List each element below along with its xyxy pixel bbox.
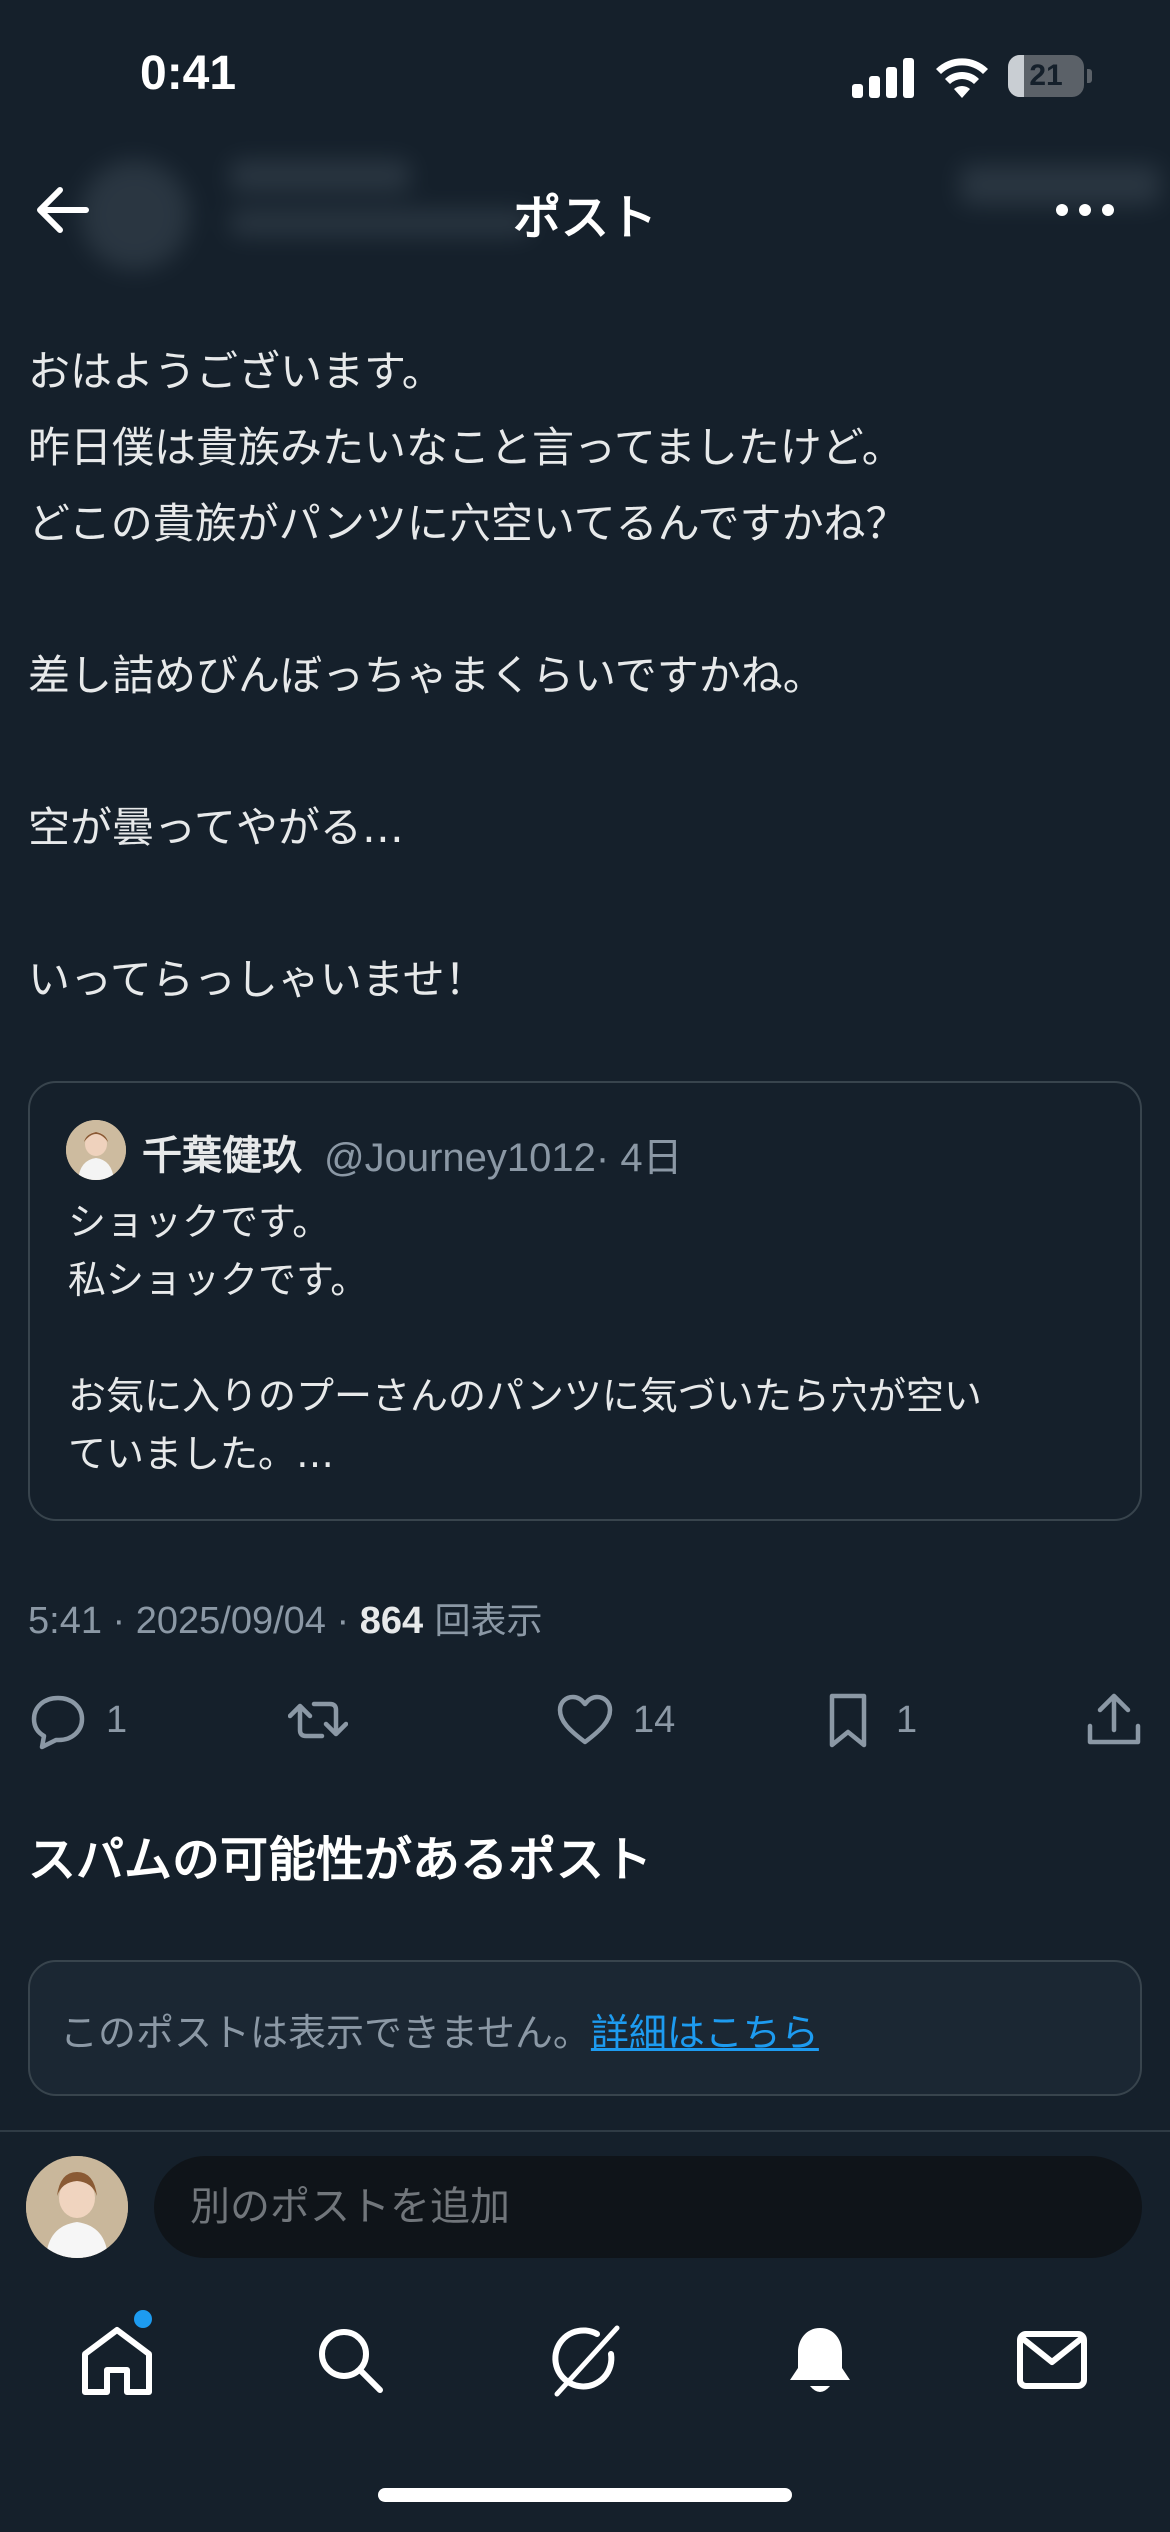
battery-indicator: 21 xyxy=(1008,55,1092,97)
blurred-name xyxy=(230,160,410,192)
bottom-nav xyxy=(0,2300,1170,2420)
back-button[interactable] xyxy=(28,175,98,245)
status-bar: 0:41 21 xyxy=(0,0,1170,150)
like-count: 14 xyxy=(633,1698,676,1741)
more-options-button[interactable] xyxy=(1050,185,1120,235)
post-line xyxy=(28,562,1138,638)
avatar-photo xyxy=(26,2156,128,2258)
notification-dot xyxy=(134,2310,152,2328)
post-line: どこの貴族がパンツに穴空いてるんですかね？ xyxy=(28,499,908,548)
hidden-post-card: このポストは表示できません。詳細はこちら xyxy=(28,1960,1142,2096)
battery-body: 21 xyxy=(1008,55,1084,97)
home-icon xyxy=(82,2327,152,2395)
share-button[interactable] xyxy=(1084,1690,1144,1750)
bookmark-count: 1 xyxy=(896,1698,918,1741)
composer-divider xyxy=(0,2130,1170,2132)
reply-button[interactable]: 1 xyxy=(28,1690,127,1750)
search-icon xyxy=(319,2329,383,2393)
quoted-line: ショックです。 xyxy=(68,1200,331,1244)
quoted-line: ていました。… xyxy=(68,1432,335,1476)
status-time: 0:41 xyxy=(140,47,237,100)
nav-grok[interactable] xyxy=(545,2320,625,2400)
quoted-line xyxy=(68,1309,1108,1367)
bookmark-button[interactable]: 1 xyxy=(818,1690,917,1750)
post-line: 空が曇ってやがる… xyxy=(28,803,404,852)
bookmark-icon xyxy=(829,1693,867,1748)
quoted-author-handle-and-time: @Journey1012· 4日 xyxy=(324,1125,683,1183)
views-count[interactable]: 864 xyxy=(360,1600,423,1642)
nav-notifications[interactable] xyxy=(780,2320,860,2400)
nav-home[interactable] xyxy=(77,2320,157,2400)
quoted-post-text: ショックです。 私ショックです。 お気に入りのプーさんのパンツに気づいたら穴が空… xyxy=(68,1193,1108,1483)
quoted-author-name: 千葉健玖 xyxy=(142,1133,302,1179)
post-line: いってらっしゃいませ！ xyxy=(28,955,487,1004)
hidden-post-text: このポストは表示できません。 xyxy=(60,2011,591,2055)
quoted-post[interactable]: 千葉健玖 @Journey1012· 4日 ショックです。 私ショックです。 お… xyxy=(28,1081,1142,1521)
reply-icon xyxy=(31,1695,85,1750)
quoted-handle: @Journey1012 xyxy=(324,1136,596,1180)
share-icon xyxy=(1087,1693,1141,1745)
nav-search[interactable] xyxy=(310,2320,390,2400)
hidden-post-notice: このポストは表示できません。詳細はこちら xyxy=(60,2002,819,2057)
messages-icon xyxy=(1017,2331,1087,2389)
post-line: 昨日僕は貴族みたいなこと言ってましたけど。 xyxy=(28,423,904,472)
wifi-icon xyxy=(936,58,988,98)
post-meta: 5:41 · 2025/09/04 · 864 回表示 xyxy=(28,1592,543,1644)
quoted-time: · 4日 xyxy=(595,1136,683,1180)
top-header: ポスト xyxy=(0,150,1170,270)
page-title: ポスト xyxy=(512,190,657,246)
post-text: おはようございます。 昨日僕は貴族みたいなこと言ってましたけど。 どこの貴族がパ… xyxy=(28,334,1138,1018)
post-line: 差し詰めびんぼっちゃまくらいですかね。 xyxy=(28,651,825,700)
repost-icon xyxy=(288,1701,348,1739)
reply-count: 1 xyxy=(106,1698,128,1741)
quoted-line: 私ショックです。 xyxy=(68,1258,369,1302)
like-button[interactable]: 14 xyxy=(555,1690,675,1750)
more-icon xyxy=(1056,204,1114,216)
post-line xyxy=(28,714,1138,790)
post-line xyxy=(28,866,1138,942)
battery-tip xyxy=(1087,69,1092,83)
reply-input[interactable] xyxy=(154,2156,1142,2258)
action-bar: 1 14 1 xyxy=(0,1690,1170,1750)
quoted-author-avatar[interactable] xyxy=(66,1120,126,1180)
back-arrow-icon xyxy=(37,187,89,233)
avatar-photo xyxy=(66,1120,126,1180)
learn-more-link[interactable]: 詳細はこちら xyxy=(591,2011,819,2055)
grok-icon xyxy=(552,2325,620,2397)
quoted-line: お気に入りのプーさんのパンツに気づいたら穴が空い xyxy=(68,1374,982,1418)
spam-section-title: スパムの可能性があるポスト xyxy=(28,1832,653,1888)
post-line: おはようございます。 xyxy=(28,347,444,396)
repost-button[interactable] xyxy=(288,1690,348,1750)
home-indicator[interactable] xyxy=(378,2488,792,2502)
like-icon xyxy=(557,1694,613,1745)
my-avatar[interactable] xyxy=(26,2156,128,2258)
cellular-signal-icon xyxy=(852,58,914,98)
battery-level: 21 xyxy=(1029,59,1063,92)
nav-messages[interactable] xyxy=(1012,2320,1092,2400)
post-datetime: 5:41 · 2025/09/04 · xyxy=(28,1600,360,1642)
notifications-icon xyxy=(790,2328,850,2392)
views-label: 回表示 xyxy=(423,1601,543,1642)
